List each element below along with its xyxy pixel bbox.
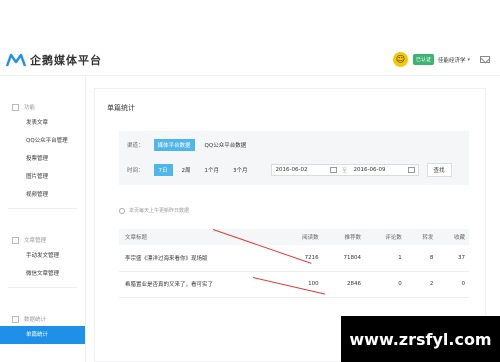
logo[interactable]: 企鹅媒体平台 xyxy=(6,52,102,68)
cell-title[interactable]: 希腊置业是否真的又来了，看可实了 xyxy=(119,271,282,297)
logo-icon xyxy=(6,53,26,67)
time-row: 时间： 7日 2周 1个月 3个月 2016-06-02 至 2016-06-0… xyxy=(127,163,452,177)
page-title: 单篇统计 xyxy=(107,104,135,112)
cell-recommends: 71804 xyxy=(343,254,362,261)
sidebar-heading: 文章管理 xyxy=(0,233,85,247)
sidebar-heading: 功能 xyxy=(0,100,85,114)
search-button[interactable]: 查找 xyxy=(426,163,452,177)
date-start-field[interactable]: 2016-06-02 xyxy=(272,167,330,173)
calendar-icon[interactable] xyxy=(329,167,337,173)
sidebar-item-wechat-articles[interactable]: 微信文章管理 xyxy=(0,265,85,283)
col-shares: 转发 xyxy=(422,235,434,241)
filter-box: 渠道： 媒体平台数据 QQ公众平台数据 时间： 7日 2周 1个月 3个月 20… xyxy=(119,131,469,185)
watermark: www.zrsfyl.com xyxy=(341,316,500,362)
verified-badge: 已认证 xyxy=(412,54,434,65)
cell-reads: 100 xyxy=(308,281,319,287)
col-comments: 评论数 xyxy=(385,235,402,241)
cell-recommends: 2846 xyxy=(347,281,362,287)
cell-comments: 1 xyxy=(398,254,402,261)
cell-title[interactable]: 李宗盛《漂洋过海来看你》现场版 xyxy=(119,245,282,271)
cell-comments: 0 xyxy=(398,281,402,287)
channel-option-qq[interactable]: QQ公众平台数据 xyxy=(201,139,251,151)
time-option-3m[interactable]: 3个月 xyxy=(228,164,253,176)
date-separator: 至 xyxy=(342,167,348,174)
clock-icon xyxy=(119,207,125,214)
sidebar-item-qq-platform[interactable]: QQ公众平台管理 xyxy=(0,132,85,150)
top-header: 企鹅媒体平台 ☺ 已认证 佳能经济学 ▾ xyxy=(0,0,500,76)
sidebar-item-single-stats[interactable]: 单篇统计 xyxy=(0,326,85,344)
sidebar-group-function: 功能 发表文章 QQ公众平台管理 投票管理 图片管理 视频管理 xyxy=(0,100,85,204)
cell-reads: 7216 xyxy=(304,254,319,261)
chevron-down-icon[interactable]: ▾ xyxy=(467,57,470,63)
sidebar-item-publish[interactable]: 发表文章 xyxy=(0,114,85,132)
logo-text: 企鹅媒体平台 xyxy=(30,54,102,67)
col-title: 文章标题 xyxy=(125,235,148,241)
user-area: ☺ 已认证 佳能经济学 ▾ xyxy=(392,52,490,67)
chart-icon xyxy=(12,315,19,323)
channel-option-media[interactable]: 媒体平台数据 xyxy=(153,139,195,151)
col-recommends: 推荐数 xyxy=(344,235,362,241)
function-icon xyxy=(12,103,19,111)
cell-favorites: 37 xyxy=(458,254,465,261)
col-favorites: 收藏 xyxy=(453,235,465,241)
sidebar-item-videos[interactable]: 视频管理 xyxy=(0,186,85,204)
time-label: 时间： xyxy=(127,168,144,174)
main-content: 单篇统计 渠道： 媒体平台数据 QQ公众平台数据 时间： 7日 2周 1个月 3… xyxy=(94,88,486,362)
sidebar-item-vote[interactable]: 投票管理 xyxy=(0,150,85,168)
channel-row: 渠道： 媒体平台数据 QQ公众平台数据 xyxy=(127,139,256,151)
sidebar-group-articles: 文章管理 手动发文管理 微信文章管理 xyxy=(0,233,85,283)
sidebar: 功能 发表文章 QQ公众平台管理 投票管理 图片管理 视频管理 文章管理 手动发… xyxy=(0,76,86,362)
table-row[interactable]: 希腊置业是否真的又来了，看可实了 100 2846 0 2 0 xyxy=(119,271,469,297)
date-range-picker[interactable]: 2016-06-02 至 2016-06-09 xyxy=(270,164,419,176)
date-end-field[interactable]: 2016-06-09 xyxy=(350,167,408,173)
sidebar-group-stats: 数据统计 单篇统计 xyxy=(0,312,85,344)
avatar[interactable]: ☺ xyxy=(392,52,408,67)
time-option-2w[interactable]: 2周 xyxy=(177,164,196,176)
col-reads: 阅读数 xyxy=(302,235,319,241)
mail-icon[interactable] xyxy=(480,56,490,63)
cell-favorites: 0 xyxy=(461,281,466,287)
username[interactable]: 佳能经济学 xyxy=(438,56,466,64)
update-note: 本页每天上午更新昨日数据 xyxy=(119,207,189,214)
time-option-1m[interactable]: 1个月 xyxy=(200,164,225,176)
table-header-row: 文章标题 阅读数 推荐数 评论数 转发 收藏 xyxy=(119,229,469,245)
cell-shares: 2 xyxy=(429,281,434,287)
divider xyxy=(8,208,77,209)
sidebar-item-manual-articles[interactable]: 手动发文管理 xyxy=(0,247,85,265)
time-option-7d[interactable]: 7日 xyxy=(153,164,173,176)
article-icon xyxy=(12,236,19,244)
cell-shares: 8 xyxy=(429,254,434,261)
sidebar-heading: 数据统计 xyxy=(0,312,85,326)
calendar-icon[interactable] xyxy=(407,167,415,173)
sidebar-item-images[interactable]: 图片管理 xyxy=(0,168,85,186)
divider xyxy=(8,287,77,288)
channel-label: 渠道： xyxy=(127,143,144,149)
